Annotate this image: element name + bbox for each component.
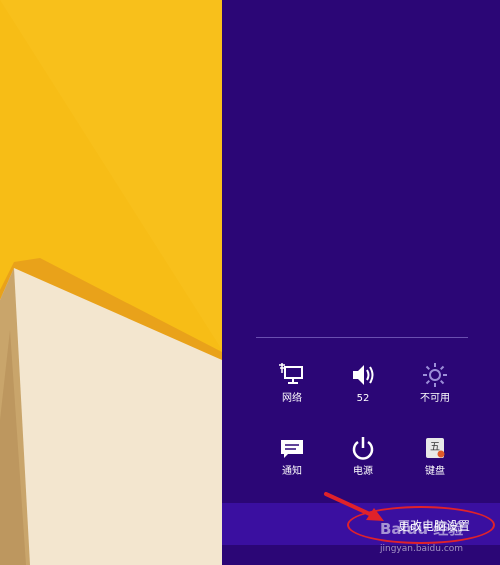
keyboard-icon: 五 — [421, 434, 449, 462]
brightness-label: 不可用 — [420, 393, 450, 404]
watermark-url: jingyan.baidu.com — [380, 544, 464, 554]
desktop-wallpaper — [0, 0, 222, 565]
brightness-tile[interactable]: 不可用 — [405, 361, 465, 421]
network-icon — [278, 361, 306, 389]
keyboard-label: 键盘 — [425, 466, 445, 477]
volume-icon — [349, 361, 377, 389]
keyboard-tile[interactable]: 五 键盘 — [405, 434, 465, 494]
notifications-tile[interactable]: 通知 — [262, 434, 322, 494]
power-label: 电源 — [353, 466, 373, 477]
screen: 网络 52 不可用 通知 电源 五 键盘 更改电脑设置 Baidu 经验 jin… — [0, 0, 500, 565]
volume-tile[interactable]: 52 — [333, 361, 393, 421]
network-tile[interactable]: 网络 — [262, 361, 322, 421]
notifications-label: 通知 — [282, 466, 302, 477]
notifications-icon — [278, 434, 306, 462]
watermark-logo: Baidu 经验 — [380, 520, 464, 538]
settings-panel: 网络 52 不可用 通知 电源 五 键盘 更改电脑设置 — [222, 0, 500, 565]
svg-text:五: 五 — [430, 442, 440, 453]
brightness-icon — [421, 361, 449, 389]
network-label: 网络 — [282, 393, 302, 404]
volume-label: 52 — [356, 393, 370, 404]
power-icon — [349, 434, 377, 462]
baidu-watermark: Baidu 经验 jingyan.baidu.com — [380, 518, 492, 562]
power-tile[interactable]: 电源 — [333, 434, 393, 494]
panel-divider — [256, 337, 468, 338]
